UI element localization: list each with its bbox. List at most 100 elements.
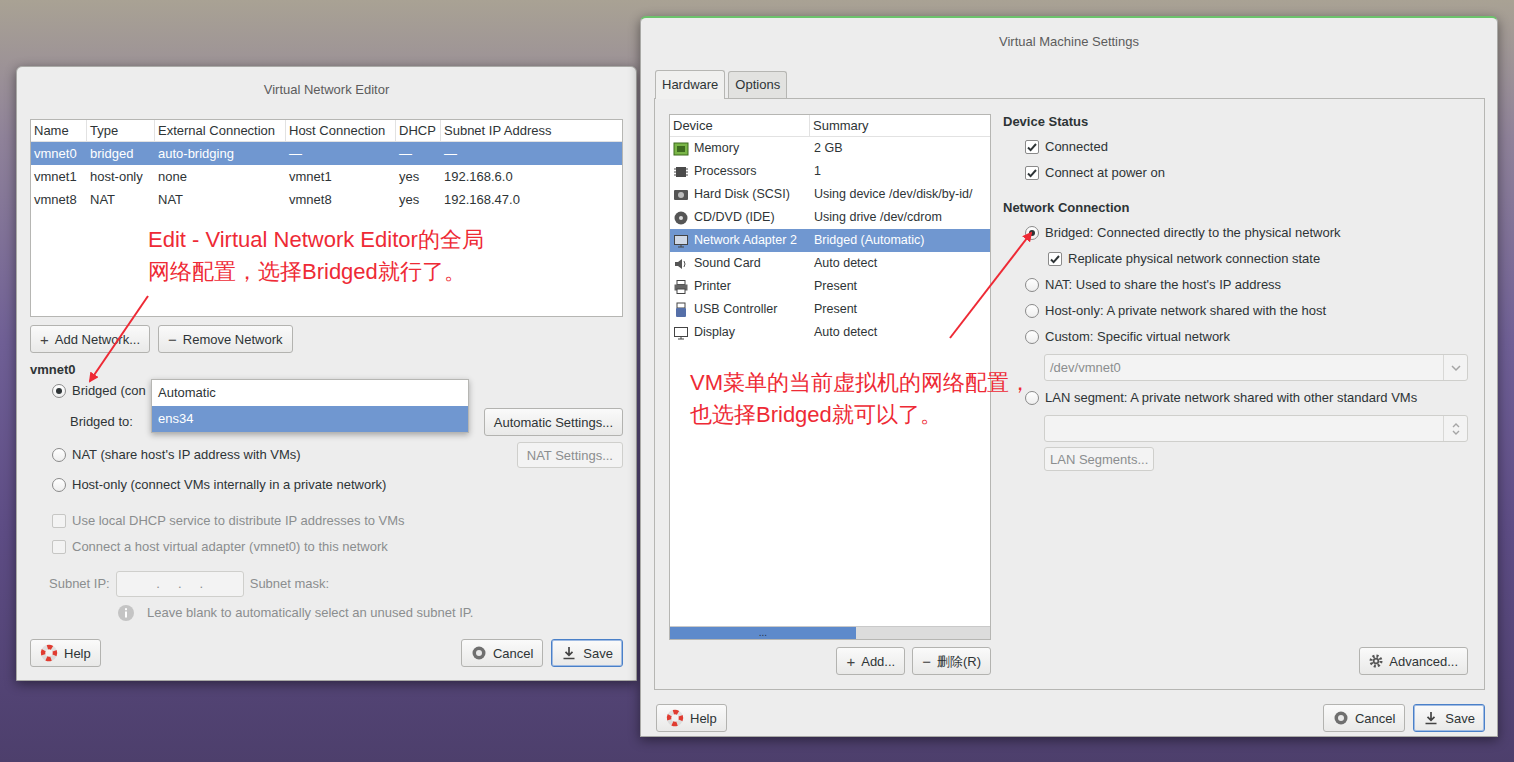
table-row[interactable]: vmnet8NATNATvmnet8yes192.168.47.0 [31,188,622,211]
remove-device-button[interactable]: −删除(R) [912,647,991,675]
button-label: Cancel [493,647,533,660]
column-header[interactable]: Type [87,120,155,141]
device-row[interactable]: Hard Disk (SCSI)Using device /dev/disk/b… [670,183,990,206]
button-label: Advanced... [1389,655,1458,668]
radio-row[interactable]: Host-only: A private network shared with… [1003,298,1468,324]
radio-button[interactable] [52,448,66,462]
tab[interactable]: Options [728,71,787,98]
check-mark-icon [1026,167,1038,179]
device-name: CD/DVD (IDE) [694,208,775,227]
radio-button[interactable] [52,478,66,492]
radio-button[interactable] [1025,278,1039,292]
checkbox[interactable] [1048,252,1062,266]
checkbox-row: Connect a host virtual adapter (vmnet0) … [30,534,623,560]
hint-text: Leave blank to automatically select an u… [147,603,473,623]
device-row[interactable]: CD/DVD (IDE)Using drive /dev/cdrom [670,206,990,229]
scrollbar-thumb[interactable]: ... [670,627,856,639]
radio-button[interactable] [1025,304,1039,318]
add-device-button[interactable]: +Add... [836,647,905,675]
network-buttons: +Add Network... −Remove Network [30,325,623,353]
device-status-checks: ConnectedConnect at power on [1003,134,1468,186]
table-cell: auto-bridging [155,144,286,164]
column-header[interactable]: Host Connection [286,120,396,141]
column-header[interactable]: Device [670,115,810,136]
subnet-row: Subnet IP:. . .Subnet mask: [30,570,623,598]
bridged-option[interactable]: Bridged (conAutomaticens34 [30,378,623,404]
memory-icon [673,141,689,157]
table-cell: bridged [87,144,155,164]
checkbox[interactable] [1025,166,1039,180]
radio-row[interactable]: Bridged: Connected directly to the physi… [1003,220,1468,246]
menu-item[interactable]: Automatic [152,380,468,406]
table-row[interactable]: vmnet0bridgedauto-bridging——— [31,142,622,165]
device-summary: 2 GB [810,139,990,158]
tab[interactable]: Hardware [655,70,725,99]
info-icon [117,604,135,622]
device-name: USB Controller [694,300,777,319]
cancel-button[interactable]: Cancel [1323,704,1405,732]
device-row[interactable]: Memory2 GB [670,137,990,160]
lan-segments-button[interactable]: LAN Segments... [1044,447,1154,471]
window-title: Virtual Network Editor [17,67,636,113]
table-header: NameTypeExternal ConnectionHost Connecti… [31,120,622,142]
button-label: Automatic Settings... [494,416,613,429]
device-row[interactable]: PrinterPresent [670,275,990,298]
network-options: Bridged: Connected directly to the physi… [1003,220,1468,471]
annotation-line: 也选择Bridged就可以了。 [690,399,1031,431]
network-select [1044,415,1468,442]
select-arrow [1443,355,1467,380]
spacer [30,628,623,639]
device-summary: Present [810,300,990,319]
menu-item-label: ens34 [158,409,193,429]
device-row[interactable]: Network Adapter 2Bridged (Automatic) [670,229,990,252]
column-header[interactable]: Summary [810,115,990,136]
device-name-cell: Hard Disk (SCSI) [670,185,810,204]
host-only-option[interactable]: Host-only (connect VMs internally in a p… [30,470,623,500]
device-row[interactable]: USB Controller Present [670,298,990,321]
column-header[interactable]: Subnet IP Address [441,120,622,141]
select-value: /dev/vmnet0 [1050,358,1443,378]
cancel-button[interactable]: Cancel [461,639,543,667]
automatic-settings-button[interactable]: Automatic Settings... [484,408,623,436]
checkbox[interactable] [1025,140,1039,154]
nat-option[interactable]: NAT (share host's IP address with VMs)NA… [30,440,623,470]
horizontal-scrollbar[interactable]: ... [670,626,990,639]
radio-row[interactable]: LAN segment: A private network shared wi… [1003,385,1468,411]
device-row[interactable]: Sound CardAuto detect [670,252,990,275]
sound-card-icon [673,256,689,272]
radio-label: Host-only: A private network shared with… [1045,301,1326,321]
column-header[interactable]: External Connection [155,120,286,141]
checkbox-row[interactable]: Connect at power on [1003,160,1468,186]
nat-settings-button[interactable]: NAT Settings... [517,442,623,468]
radio-button[interactable] [1025,330,1039,344]
checkbox-label: Use local DHCP service to distribute IP … [72,511,405,531]
help-button[interactable]: Help [30,639,101,667]
device-header: DeviceSummary [670,115,990,137]
add-network-button[interactable]: +Add Network... [30,325,150,353]
radio-row[interactable]: NAT: Used to share the host's IP address [1003,272,1468,298]
menu-item[interactable]: ens34 [152,406,468,432]
save-button[interactable]: Save [1413,704,1485,732]
radio-button[interactable] [52,384,66,398]
device-buttons: +Add...−删除(R) [669,647,991,675]
help-button[interactable]: Help [656,704,727,732]
column-header[interactable]: DHCP [396,120,441,141]
radio-button[interactable] [1025,226,1039,240]
chevron-down-icon [1450,362,1462,374]
radio-row[interactable]: Custom: Specific virtual network [1003,324,1468,350]
checkbox-row[interactable]: Connected [1003,134,1468,160]
device-summary: Auto detect [810,254,990,273]
save-button[interactable]: Save [551,639,623,667]
column-header[interactable]: Name [31,120,87,141]
dialog-buttons: Help Cancel Save [30,639,623,667]
checkbox-row[interactable]: Replicate physical network connection st… [1003,246,1468,272]
device-row[interactable]: Processors1 [670,160,990,183]
table-row[interactable]: vmnet1host-onlynonevmnet1yes192.168.6.0 [31,165,622,188]
device-row[interactable]: DisplayAuto detect [670,321,990,344]
advanced-button[interactable]: Advanced... [1359,647,1468,675]
remove-network-button[interactable]: −Remove Network [158,325,292,353]
button-label: Remove Network [183,333,283,346]
device-name-cell: USB Controller [670,300,810,319]
button-row: LAN Segments... [1003,447,1468,471]
device-name: Processors [694,162,757,181]
